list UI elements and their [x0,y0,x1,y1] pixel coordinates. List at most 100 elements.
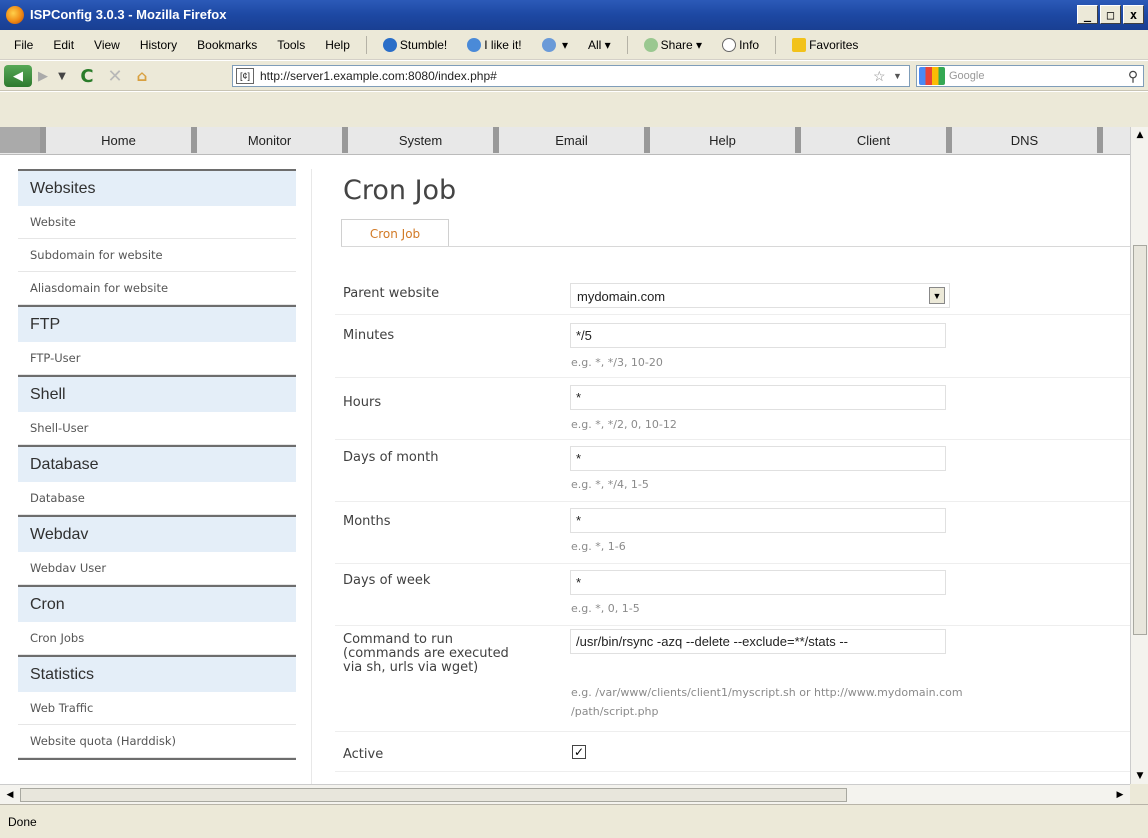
days-of-month-input[interactable]: * [570,446,946,471]
sidebar-item-website-quota[interactable]: Website quota (Harddisk) [18,725,296,758]
star-icon [792,37,807,52]
search-icon[interactable]: ⚲ [1123,68,1143,85]
minimize-button[interactable]: _ [1077,5,1098,24]
menu-file[interactable]: File [4,38,43,52]
tab-system[interactable]: System [342,127,493,153]
command-hint-line2: /path/script.php [571,705,659,718]
search-box[interactable]: Google ⚲ [916,65,1144,87]
stumble-button[interactable]: Stumble! [373,37,457,52]
command-input[interactable]: /usr/bin/rsync -azq --delete --exclude=*… [570,629,946,654]
tab-email[interactable]: Email [493,127,644,153]
form-row-command: Command to run (commands are executed vi… [335,626,1130,732]
back-button[interactable]: ◀ [4,65,32,87]
like-button[interactable]: I like it! [457,37,531,52]
scroll-left-icon[interactable]: ◀ [2,787,18,803]
tab-cron-job[interactable]: Cron Job [341,219,449,247]
info-bubble-icon [722,37,737,52]
scroll-down-icon[interactable]: ▼ [1131,768,1148,784]
close-button[interactable]: x [1123,5,1144,24]
months-input[interactable]: * [570,508,946,533]
menu-help[interactable]: Help [315,38,360,52]
sidebar-item-webdav-user[interactable]: Webdav User [18,552,296,585]
share-icon [643,37,658,52]
select-arrow-icon[interactable]: ▼ [929,287,945,304]
info-label: Info [739,37,760,52]
form-row-months: Months * e.g. *, 1-6 [335,502,1130,564]
sidebar-item-ftp-user[interactable]: FTP-User [18,342,296,375]
reload-button[interactable]: C [75,65,99,87]
sidebar-item-website[interactable]: Website [18,206,296,239]
all-label: All [587,37,602,52]
scroll-right-icon[interactable]: ▶ [1112,787,1128,803]
command-hint: e.g. /var/www/clients/client1/myscript.s… [571,686,1130,718]
sidebar-group-cron: Cron Cron Jobs [18,585,296,655]
forward-button[interactable]: ▶ [32,65,54,87]
days-of-week-input[interactable]: * [570,570,946,595]
search-input[interactable]: Google [949,70,1123,82]
toolbar-spacer [0,92,1148,127]
horizontal-scroll-thumb[interactable] [20,788,847,802]
like-label: I like it! [484,37,522,52]
minutes-input[interactable]: */5 [570,323,946,348]
google-search-engine-icon[interactable] [919,67,945,85]
address-bar[interactable]: [¢] http://server1.example.com:8080/inde… [232,65,910,87]
vertical-scroll-thumb[interactable] [1133,245,1147,635]
page-content: Websites Website Subdomain for website A… [0,155,1130,785]
all-button[interactable]: All ▾ [578,38,621,52]
stop-button[interactable]: ✕ [104,65,126,87]
days-of-month-hint: e.g. *, */4, 1-5 [571,478,649,491]
status-bar: Done [0,804,1148,838]
tab-client[interactable]: Client [795,127,946,153]
sidebar-heading-ftp: FTP [18,307,296,342]
scroll-up-icon[interactable]: ▲ [1131,127,1148,143]
sidebar-item-aliasdomain[interactable]: Aliasdomain for website [18,272,296,305]
horizontal-scrollbar[interactable]: ◀ ▶ [0,784,1130,804]
share-button[interactable]: Share ▾ [634,37,712,52]
sidebar-heading-websites: Websites [18,171,296,206]
active-label: Active [343,747,384,762]
command-label-line2: (commands are executed [343,646,509,661]
sidebar-item-cron-jobs[interactable]: Cron Jobs [18,622,296,655]
page-title: Cron Job [343,175,457,206]
sidebar-heading-shell: Shell [18,377,296,412]
home-button[interactable]: ⌂ [130,65,154,87]
command-label-line1: Command to run [343,632,453,647]
sidebar-item-shell-user[interactable]: Shell-User [18,412,296,445]
parent-website-select[interactable]: mydomain.com ▼ [570,283,950,308]
days-of-week-hint: e.g. *, 0, 1-5 [571,602,640,615]
active-checkbox[interactable]: ✓ [572,745,586,759]
tab-home[interactable]: Home [40,127,191,153]
minutes-hint: e.g. *, */3, 10-20 [571,356,663,369]
vertical-scrollbar[interactable]: ▲ ▼ [1130,127,1148,784]
thumbs-down-icon [541,37,556,52]
bookmark-star-icon[interactable]: ☆ [873,68,893,85]
history-dropdown-button[interactable]: ▼ [55,65,69,87]
info-button[interactable]: Info [712,37,769,52]
tab-help[interactable]: Help [644,127,795,153]
form-row-days-of-week: Days of week * e.g. *, 0, 1-5 [335,564,1130,626]
sidebar-group-database: Database Database [18,445,296,515]
sidebar-group-shell: Shell Shell-User [18,375,296,445]
menu-history[interactable]: History [130,38,187,52]
site-identity-icon[interactable]: [¢] [236,68,254,84]
thumbs-down-button[interactable]: ▾ [532,37,578,52]
sidebar-item-subdomain[interactable]: Subdomain for website [18,239,296,272]
favorites-button[interactable]: Favorites [782,37,868,52]
hours-input[interactable]: * [570,385,946,410]
sidebar-item-database[interactable]: Database [18,482,296,515]
sidebar-item-web-traffic[interactable]: Web Traffic [18,692,296,725]
menu-edit[interactable]: Edit [43,38,84,52]
url-dropdown-icon[interactable]: ▼ [893,71,909,81]
menu-view[interactable]: View [84,38,130,52]
tab-monitor[interactable]: Monitor [191,127,342,153]
sidebar-group-webdav: Webdav Webdav User [18,515,296,585]
menu-tools[interactable]: Tools [267,38,315,52]
maximize-button[interactable]: □ [1100,5,1121,24]
tab-dns[interactable]: DNS [946,127,1097,153]
form-row-active: Active ✓ [335,732,1130,772]
stumbleupon-icon [382,37,397,52]
url-text[interactable]: http://server1.example.com:8080/index.ph… [260,69,873,83]
menu-bookmarks[interactable]: Bookmarks [187,38,267,52]
form-row-minutes: Minutes */5 e.g. *, */3, 10-20 [335,315,1130,378]
parent-website-label: Parent website [343,286,440,301]
